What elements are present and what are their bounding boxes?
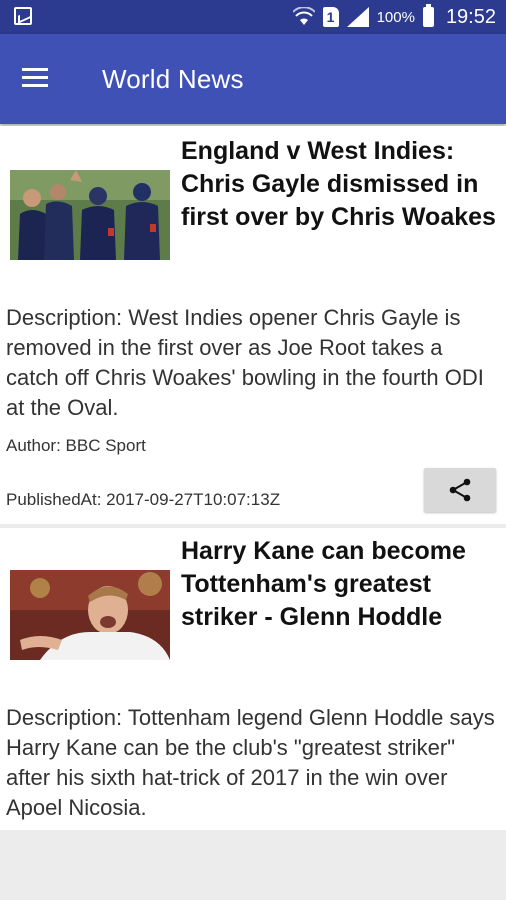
article-thumbnail — [10, 170, 170, 260]
article-published-at: PublishedAt: 2017-09-27T10:07:13Z — [6, 490, 281, 509]
battery-percent: 100% — [376, 8, 415, 26]
menu-icon[interactable] — [22, 68, 48, 88]
article-title[interactable]: England v West Indies: Chris Gayle dismi… — [181, 135, 498, 234]
signal-icon — [346, 7, 369, 27]
article-card[interactable]: Harry Kane can become Tottenham's greate… — [0, 528, 506, 830]
gallery-notification-icon — [14, 7, 32, 25]
app-bar: World News — [0, 34, 506, 124]
wifi-icon — [292, 7, 315, 25]
article-thumbnail — [10, 570, 170, 660]
sim-icon: 1 — [322, 7, 339, 27]
article-title[interactable]: Harry Kane can become Tottenham's greate… — [181, 535, 498, 634]
article-description: Description: West Indies opener Chris Ga… — [6, 305, 484, 420]
status-bar: 1 100% 19:52 — [0, 0, 506, 34]
clock: 19:52 — [445, 5, 496, 28]
article-card[interactable]: England v West Indies: Chris Gayle dismi… — [0, 126, 506, 524]
status-icons: 1 100% 19:52 — [292, 0, 496, 34]
battery-icon — [422, 4, 434, 27]
share-button[interactable] — [424, 468, 496, 512]
share-icon — [449, 478, 471, 502]
article-description: Description: Tottenham legend Glenn Hodd… — [6, 705, 495, 820]
app-title: World News — [102, 64, 244, 94]
article-author: Author: BBC Sport — [6, 436, 146, 455]
